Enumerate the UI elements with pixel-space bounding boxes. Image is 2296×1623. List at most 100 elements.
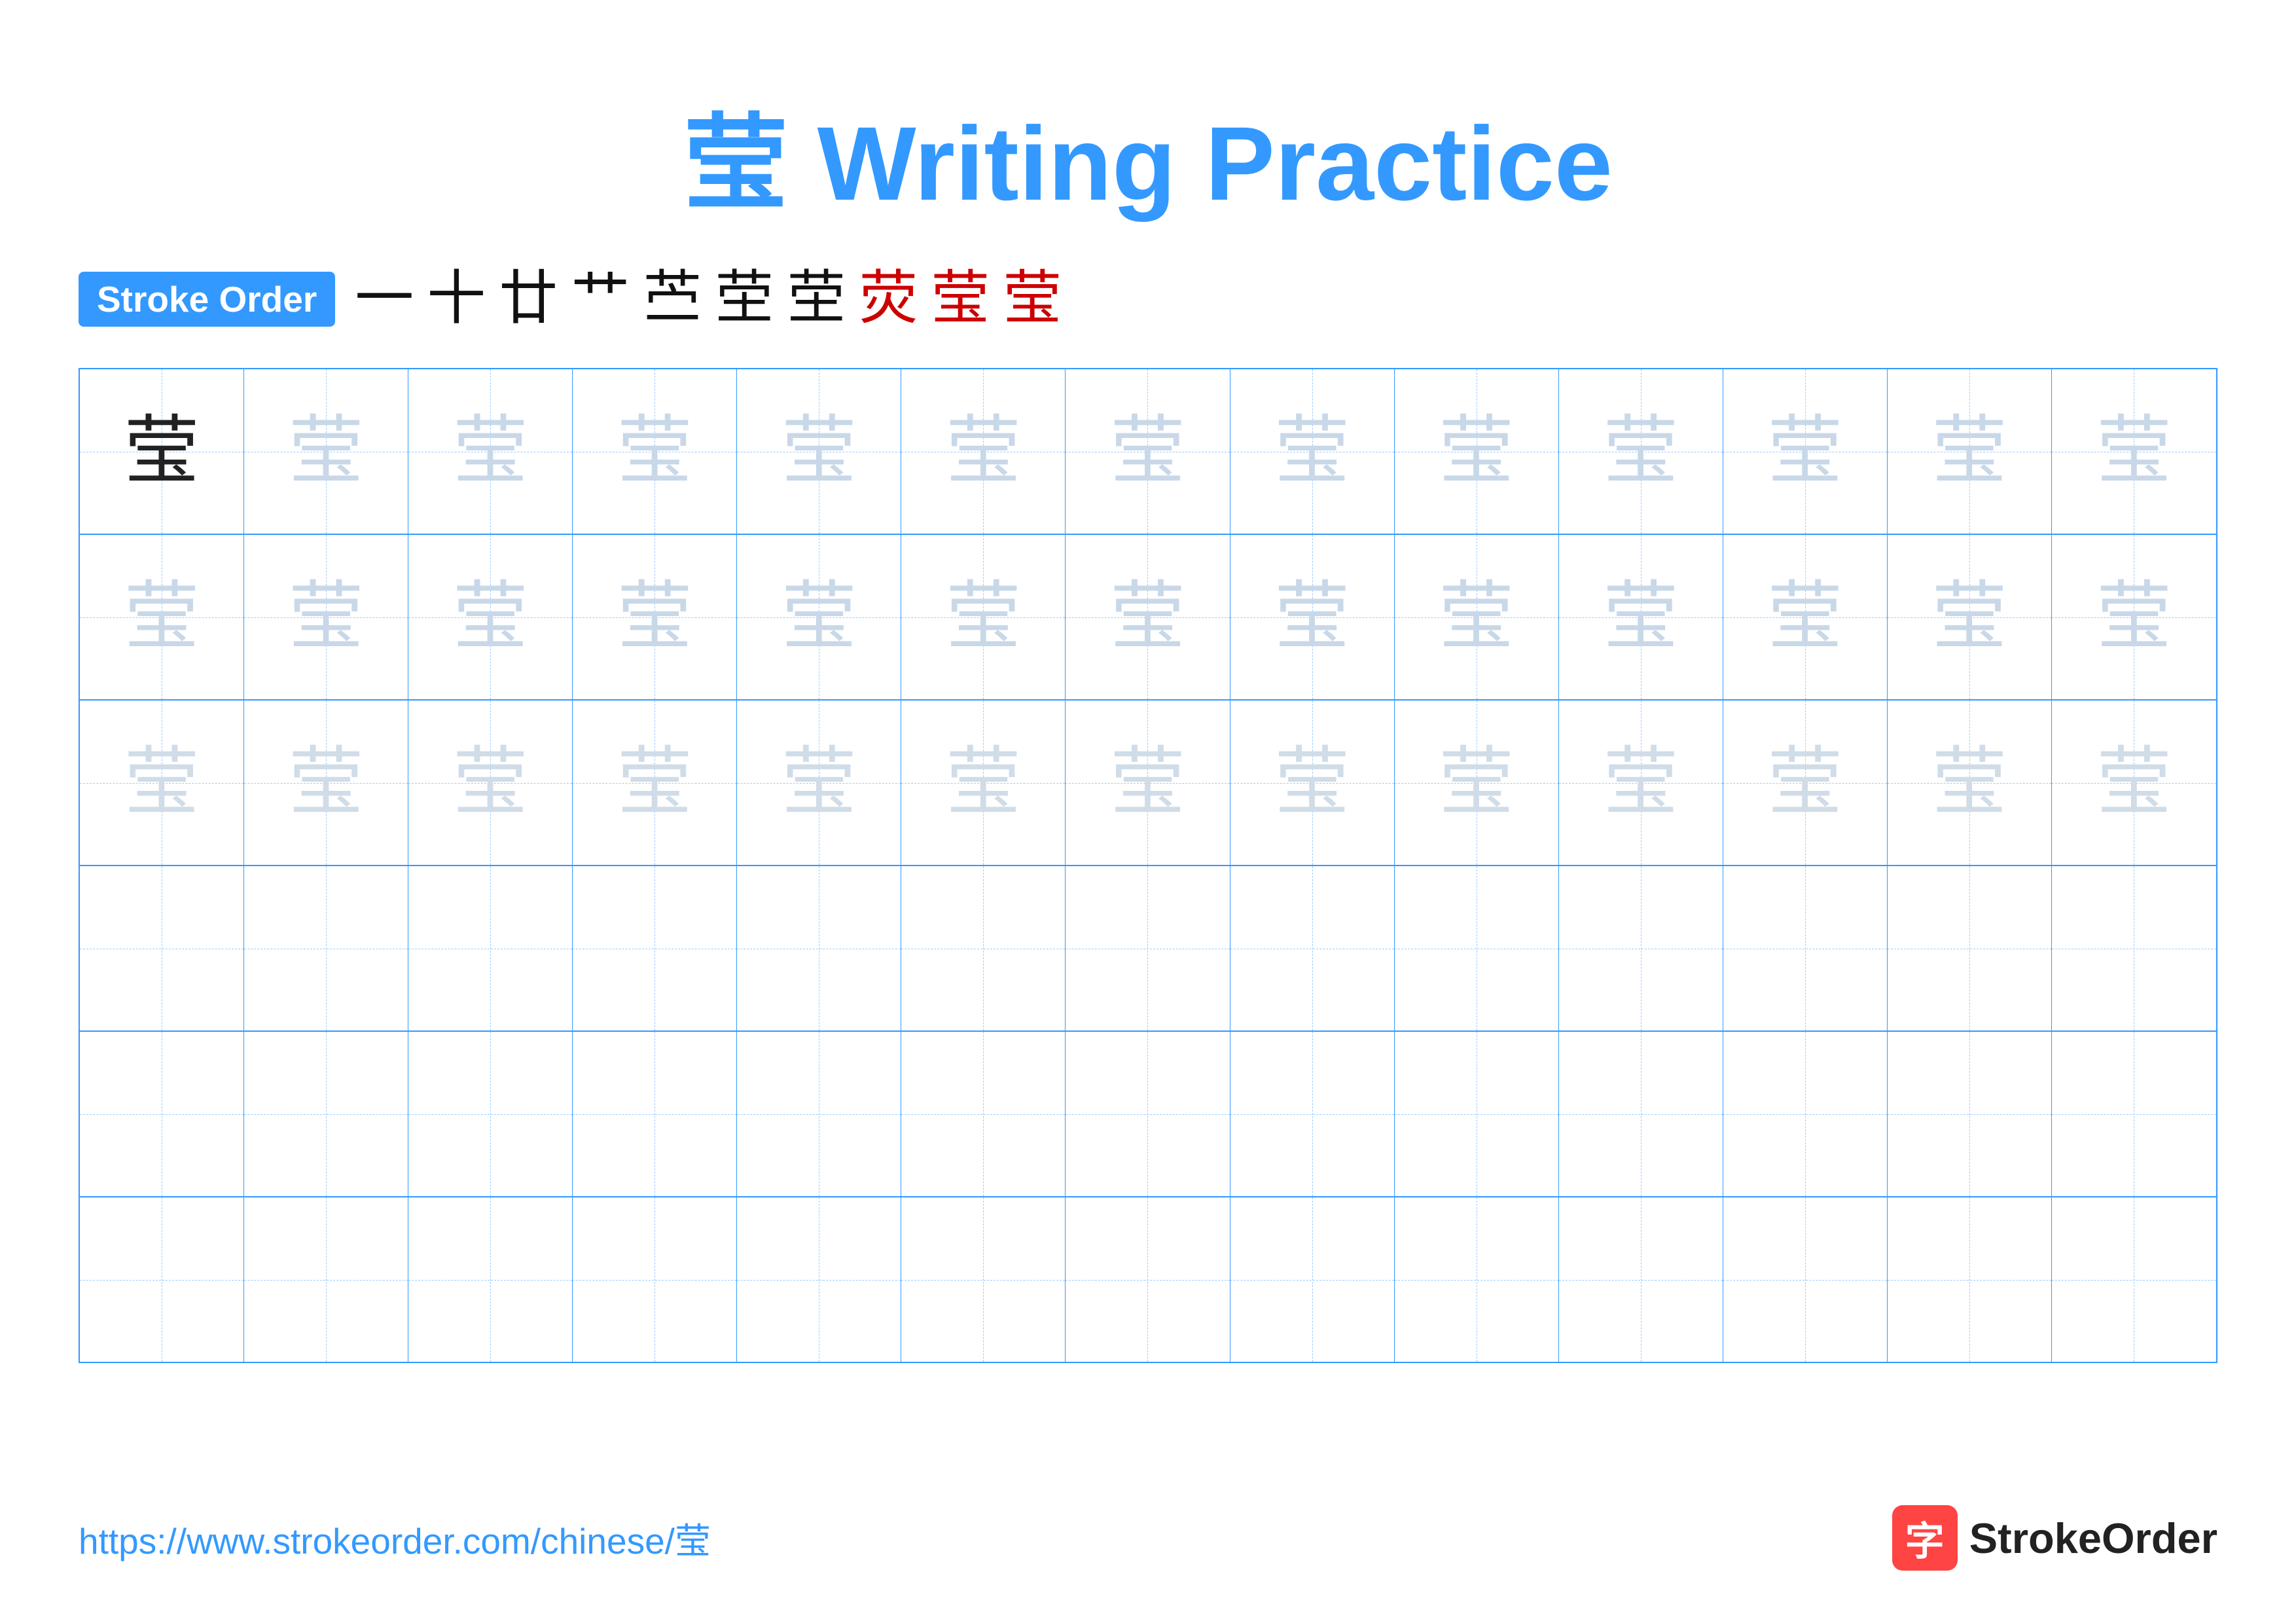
char-display: 莹 <box>617 579 692 655</box>
cell-4-9[interactable] <box>1395 866 1559 1030</box>
char-display: 莹 <box>289 579 364 655</box>
char-display: 莹 <box>2096 414 2172 489</box>
cell-5-12[interactable] <box>1888 1032 2052 1196</box>
char-display: 莹 <box>1603 745 1678 820</box>
cell-4-6[interactable] <box>901 866 1066 1030</box>
cell-2-5[interactable]: 莹 <box>737 535 901 699</box>
cell-5-3[interactable] <box>408 1032 573 1196</box>
char-display: 莹 <box>289 745 364 820</box>
cell-2-3[interactable]: 莹 <box>408 535 573 699</box>
cell-3-3[interactable]: 莹 <box>408 701 573 865</box>
cell-1-12[interactable]: 莹 <box>1888 369 2052 534</box>
cell-5-1[interactable] <box>80 1032 244 1196</box>
cell-6-8[interactable] <box>1230 1197 1395 1362</box>
cell-4-7[interactable] <box>1066 866 1230 1030</box>
footer: https://www.strokeorder.com/chinese/莹 字 … <box>79 1505 2217 1571</box>
cell-6-10[interactable] <box>1559 1197 1723 1362</box>
cell-4-10[interactable] <box>1559 866 1723 1030</box>
cell-2-6[interactable]: 莹 <box>901 535 1066 699</box>
cell-1-1[interactable]: 莹 <box>80 369 244 534</box>
cell-3-8[interactable]: 莹 <box>1230 701 1395 865</box>
cell-2-9[interactable]: 莹 <box>1395 535 1559 699</box>
cell-3-11[interactable]: 莹 <box>1723 701 1888 865</box>
cell-2-11[interactable]: 莹 <box>1723 535 1888 699</box>
grid-row-3: 莹 莹 莹 莹 莹 莹 莹 莹 莹 莹 莹 莹 莹 <box>80 701 2216 866</box>
cell-2-13[interactable]: 莹 <box>2052 535 2216 699</box>
cell-3-2[interactable]: 莹 <box>244 701 408 865</box>
cell-6-12[interactable] <box>1888 1197 2052 1362</box>
cell-6-5[interactable] <box>737 1197 901 1362</box>
page-title: 莹 Writing Practice <box>683 105 1613 222</box>
cell-4-3[interactable] <box>408 866 573 1030</box>
cell-1-2[interactable]: 莹 <box>244 369 408 534</box>
cell-3-13[interactable]: 莹 <box>2052 701 2216 865</box>
cell-6-11[interactable] <box>1723 1197 1888 1362</box>
cell-5-6[interactable] <box>901 1032 1066 1196</box>
grid-row-1: 莹 莹 莹 莹 莹 莹 莹 莹 莹 莹 莹 莹 莹 <box>80 369 2216 535</box>
cell-4-13[interactable] <box>2052 866 2216 1030</box>
cell-1-3[interactable]: 莹 <box>408 369 573 534</box>
cell-4-2[interactable] <box>244 866 408 1030</box>
cell-6-6[interactable] <box>901 1197 1066 1362</box>
stroke-order-badge: Stroke Order <box>79 272 335 327</box>
cell-1-4[interactable]: 莹 <box>573 369 737 534</box>
cell-3-4[interactable]: 莹 <box>573 701 737 865</box>
cell-4-12[interactable] <box>1888 866 2052 1030</box>
cell-5-2[interactable] <box>244 1032 408 1196</box>
cell-2-10[interactable]: 莹 <box>1559 535 1723 699</box>
cell-2-12[interactable]: 莹 <box>1888 535 2052 699</box>
cell-6-7[interactable] <box>1066 1197 1230 1362</box>
cell-5-7[interactable] <box>1066 1032 1230 1196</box>
char-display: 莹 <box>1767 579 1842 655</box>
char-display: 莹 <box>781 414 857 489</box>
cell-3-7[interactable]: 莹 <box>1066 701 1230 865</box>
char-display: 莹 <box>781 745 857 820</box>
cell-2-2[interactable]: 莹 <box>244 535 408 699</box>
cell-1-9[interactable]: 莹 <box>1395 369 1559 534</box>
cell-6-13[interactable] <box>2052 1197 2216 1362</box>
footer-url[interactable]: https://www.strokeorder.com/chinese/莹 <box>79 1512 711 1564</box>
cell-3-5[interactable]: 莹 <box>737 701 901 865</box>
cell-5-8[interactable] <box>1230 1032 1395 1196</box>
cell-3-10[interactable]: 莹 <box>1559 701 1723 865</box>
cell-3-1[interactable]: 莹 <box>80 701 244 865</box>
char-display: 莹 <box>2096 579 2172 655</box>
cell-2-1[interactable]: 莹 <box>80 535 244 699</box>
cell-3-12[interactable]: 莹 <box>1888 701 2052 865</box>
cell-6-4[interactable] <box>573 1197 737 1362</box>
cell-5-10[interactable] <box>1559 1032 1723 1196</box>
char-display: 莹 <box>1439 579 1514 655</box>
cell-5-4[interactable] <box>573 1032 737 1196</box>
cell-1-7[interactable]: 莹 <box>1066 369 1230 534</box>
cell-4-1[interactable] <box>80 866 244 1030</box>
cell-3-6[interactable]: 莹 <box>901 701 1066 865</box>
cell-1-13[interactable]: 莹 <box>2052 369 2216 534</box>
char-display: 莹 <box>1110 579 1185 655</box>
cell-2-7[interactable]: 莹 <box>1066 535 1230 699</box>
cell-5-13[interactable] <box>2052 1032 2216 1196</box>
cell-6-3[interactable] <box>408 1197 573 1362</box>
stroke-1: 一 <box>355 270 414 329</box>
cell-5-9[interactable] <box>1395 1032 1559 1196</box>
cell-2-8[interactable]: 莹 <box>1230 535 1395 699</box>
cell-1-6[interactable]: 莹 <box>901 369 1066 534</box>
cell-4-11[interactable] <box>1723 866 1888 1030</box>
logo-char: 字 <box>1905 1510 1945 1567</box>
cell-4-8[interactable] <box>1230 866 1395 1030</box>
cell-6-2[interactable] <box>244 1197 408 1362</box>
cell-3-9[interactable]: 莹 <box>1395 701 1559 865</box>
cell-4-4[interactable] <box>573 866 737 1030</box>
cell-6-9[interactable] <box>1395 1197 1559 1362</box>
cell-1-5[interactable]: 莹 <box>737 369 901 534</box>
grid-row-2: 莹 莹 莹 莹 莹 莹 莹 莹 莹 莹 莹 莹 莹 <box>80 535 2216 701</box>
cell-5-5[interactable] <box>737 1032 901 1196</box>
char-display: 莹 <box>1274 579 1350 655</box>
cell-6-1[interactable] <box>80 1197 244 1362</box>
cell-2-4[interactable]: 莹 <box>573 535 737 699</box>
cell-4-5[interactable] <box>737 866 901 1030</box>
cell-1-8[interactable]: 莹 <box>1230 369 1395 534</box>
cell-1-10[interactable]: 莹 <box>1559 369 1723 534</box>
cell-5-11[interactable] <box>1723 1032 1888 1196</box>
char-display: 莹 <box>2096 745 2172 820</box>
cell-1-11[interactable]: 莹 <box>1723 369 1888 534</box>
